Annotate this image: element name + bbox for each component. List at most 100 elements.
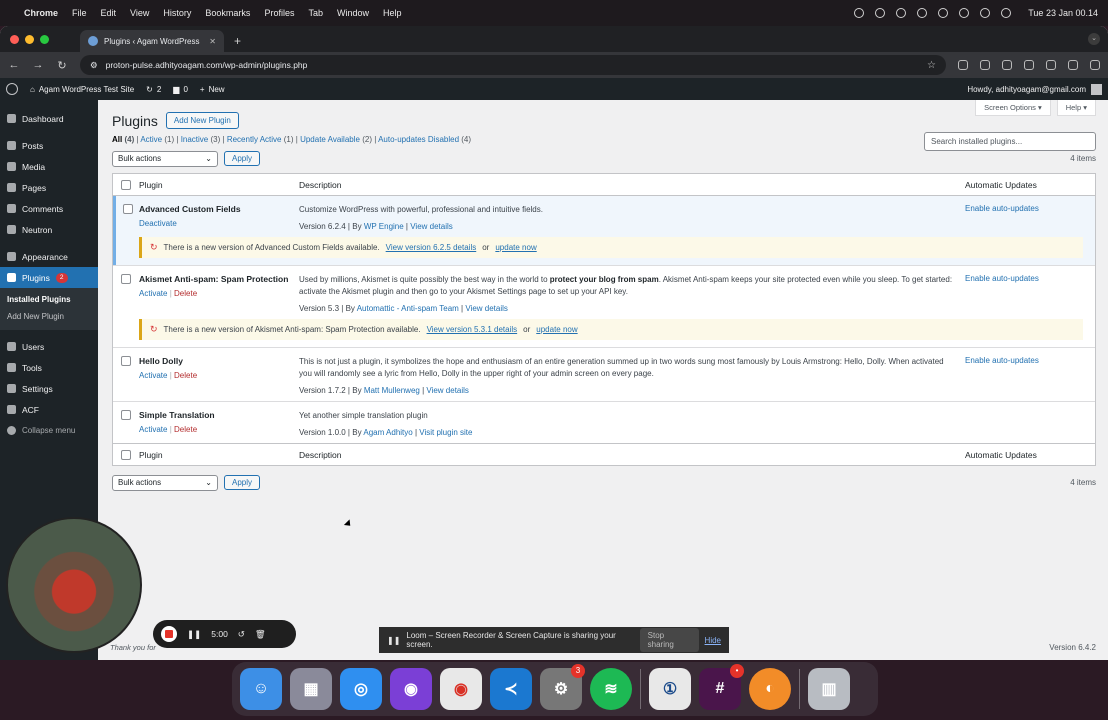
webcam-bubble[interactable] — [6, 517, 142, 653]
sidebar-item-tools[interactable]: Tools — [0, 357, 98, 378]
menu-history[interactable]: History — [163, 8, 191, 18]
spotify-icon[interactable]: ≋ — [590, 668, 632, 710]
tray-icon-2[interactable] — [875, 8, 886, 18]
menu-file[interactable]: File — [72, 8, 87, 18]
wifi-icon[interactable] — [959, 8, 970, 18]
update-now-link[interactable]: update now — [536, 325, 577, 334]
filter-auto-updates-disabled[interactable]: Auto-updates Disabled (4) — [378, 135, 471, 144]
download-icon[interactable] — [1024, 60, 1034, 70]
tab-close-icon[interactable]: ✕ — [209, 37, 216, 46]
menu-profiles[interactable]: Profiles — [264, 8, 294, 18]
sidebar-item-comments[interactable]: Comments — [0, 198, 98, 219]
hide-button[interactable]: Hide — [705, 636, 721, 645]
bluetooth-icon[interactable] — [917, 8, 928, 18]
filter-active[interactable]: Active (1) — [140, 135, 174, 144]
extensions-puzzle-icon[interactable] — [1002, 60, 1012, 70]
safari-icon[interactable]: ◎ — [340, 668, 382, 710]
wordpress-logo-icon[interactable] — [6, 83, 18, 95]
tab-plugins[interactable]: Plugins ‹ Agam WordPress ✕ — [80, 30, 224, 52]
openvpn-icon[interactable]: ◐ — [749, 668, 791, 710]
filter-inactive[interactable]: Inactive (3) — [181, 135, 221, 144]
drag-handle-icon[interactable]: ❚❚ — [387, 636, 400, 645]
updates-link[interactable]: ↻ 2 — [146, 85, 161, 94]
enable-auto-updates-link[interactable]: Enable auto-updates — [965, 204, 1039, 213]
1password-icon[interactable]: ① — [649, 668, 691, 710]
restart-icon[interactable]: ↺ — [238, 629, 245, 640]
screen-options-button[interactable]: Screen Options ▾ — [975, 100, 1051, 116]
sidebar-item-plugins[interactable]: Plugins 2 — [0, 267, 98, 288]
activate-link[interactable]: Activate — [139, 371, 167, 380]
sidebar-item-posts[interactable]: Posts — [0, 135, 98, 156]
sidebar-item-acf[interactable]: ACF — [0, 399, 98, 420]
sidebar-item-pages[interactable]: Pages — [0, 177, 98, 198]
menubar-clock[interactable]: Tue 23 Jan 00.14 — [1028, 8, 1098, 18]
add-new-plugin-button[interactable]: Add New Plugin — [165, 112, 239, 129]
tray-icon-1[interactable] — [854, 8, 865, 18]
profile-icon[interactable] — [1068, 60, 1078, 70]
view-version-details-link[interactable]: View version 5.3.1 details — [427, 325, 518, 334]
menu-view[interactable]: View — [130, 8, 149, 18]
system-settings-icon[interactable]: ⚙ 3 — [540, 664, 585, 710]
menu-edit[interactable]: Edit — [101, 8, 117, 18]
bookmark-star-icon[interactable]: ☆ — [927, 60, 936, 71]
row-checkbox[interactable] — [122, 204, 133, 214]
help-button[interactable]: Help ▾ — [1056, 100, 1096, 116]
sidebar-item-dashboard[interactable]: Dashboard — [0, 108, 98, 129]
apply-button[interactable]: Apply — [224, 151, 261, 166]
trash-icon[interactable]: 🗑 — [255, 629, 266, 640]
menu-tab[interactable]: Tab — [308, 8, 323, 18]
bulk-actions-select[interactable]: Bulk actions ⌄ — [112, 150, 218, 167]
author-link[interactable]: WP Engine — [364, 222, 404, 231]
forward-icon[interactable]: → — [32, 59, 44, 71]
menu-help[interactable]: Help — [383, 8, 402, 18]
control-center-icon[interactable] — [1001, 8, 1012, 18]
select-all-checkbox-footer[interactable] — [121, 449, 131, 460]
submenu-add-new-plugin[interactable]: Add New Plugin — [0, 308, 98, 325]
row-checkbox[interactable] — [121, 356, 131, 366]
menu-app-name[interactable]: Chrome — [24, 8, 58, 18]
spotlight-icon[interactable] — [980, 8, 991, 18]
filter-all[interactable]: All (4) — [112, 135, 134, 144]
sidebar-item-media[interactable]: Media — [0, 156, 98, 177]
search-plugins-input[interactable]: Search installed plugins... — [924, 132, 1096, 151]
pause-icon[interactable]: ❚❚ — [187, 629, 201, 640]
side-panel-icon[interactable] — [1046, 60, 1056, 70]
extension-icon-2[interactable] — [980, 60, 990, 70]
view-details-link[interactable]: View details — [465, 304, 508, 313]
view-details-link[interactable]: View details — [426, 386, 469, 395]
site-info-icon[interactable]: ⚙ — [90, 60, 98, 71]
apply-button-bottom[interactable]: Apply — [224, 475, 261, 490]
submenu-installed-plugins[interactable]: Installed Plugins — [0, 291, 98, 308]
sidebar-item-appearance[interactable]: Appearance — [0, 246, 98, 267]
sidebar-item-neutron[interactable]: Neutron — [0, 219, 98, 240]
address-bar[interactable]: ⚙ proton-pulse.adhityoagam.com/wp-admin/… — [80, 55, 946, 75]
enable-auto-updates-link[interactable]: Enable auto-updates — [965, 274, 1039, 283]
author-link[interactable]: Agam Adhityo — [363, 428, 412, 437]
update-now-link[interactable]: update now — [495, 243, 536, 252]
filter-recently-active[interactable]: Recently Active (1) — [227, 135, 294, 144]
chrome-icon[interactable]: ◉ — [440, 668, 482, 710]
activate-link[interactable]: Activate — [139, 425, 167, 434]
menu-window[interactable]: Window — [337, 8, 369, 18]
back-icon[interactable]: ← — [8, 59, 20, 71]
row-checkbox[interactable] — [121, 410, 131, 420]
enable-auto-updates-link[interactable]: Enable auto-updates — [965, 356, 1039, 365]
battery-icon[interactable] — [938, 8, 949, 18]
tray-icon-3[interactable] — [896, 8, 907, 18]
close-window-button[interactable] — [10, 35, 19, 44]
visit-plugin-site-link[interactable]: Visit plugin site — [419, 428, 472, 437]
stop-sharing-button[interactable]: Stop sharing — [639, 628, 699, 652]
filter-update-available[interactable]: Update Available (2) — [300, 135, 372, 144]
my-account-link[interactable]: Howdy, adhityoagam@gmail.com — [967, 83, 1102, 95]
launchpad-icon[interactable]: ▦ — [290, 668, 332, 710]
delete-link[interactable]: Delete — [174, 371, 197, 380]
delete-link[interactable]: Delete — [174, 289, 197, 298]
reload-icon[interactable]: ↻ — [56, 59, 68, 72]
select-all-checkbox[interactable] — [121, 179, 131, 190]
view-version-details-link[interactable]: View version 6.2.5 details — [386, 243, 477, 252]
new-content-link[interactable]: + New — [200, 85, 225, 94]
finder-icon[interactable]: ☺ — [240, 668, 282, 710]
firefox-icon[interactable]: ◉ — [390, 668, 432, 710]
comments-link[interactable]: ▆ 0 — [173, 85, 188, 94]
author-link[interactable]: Matt Mullenweg — [364, 386, 420, 395]
